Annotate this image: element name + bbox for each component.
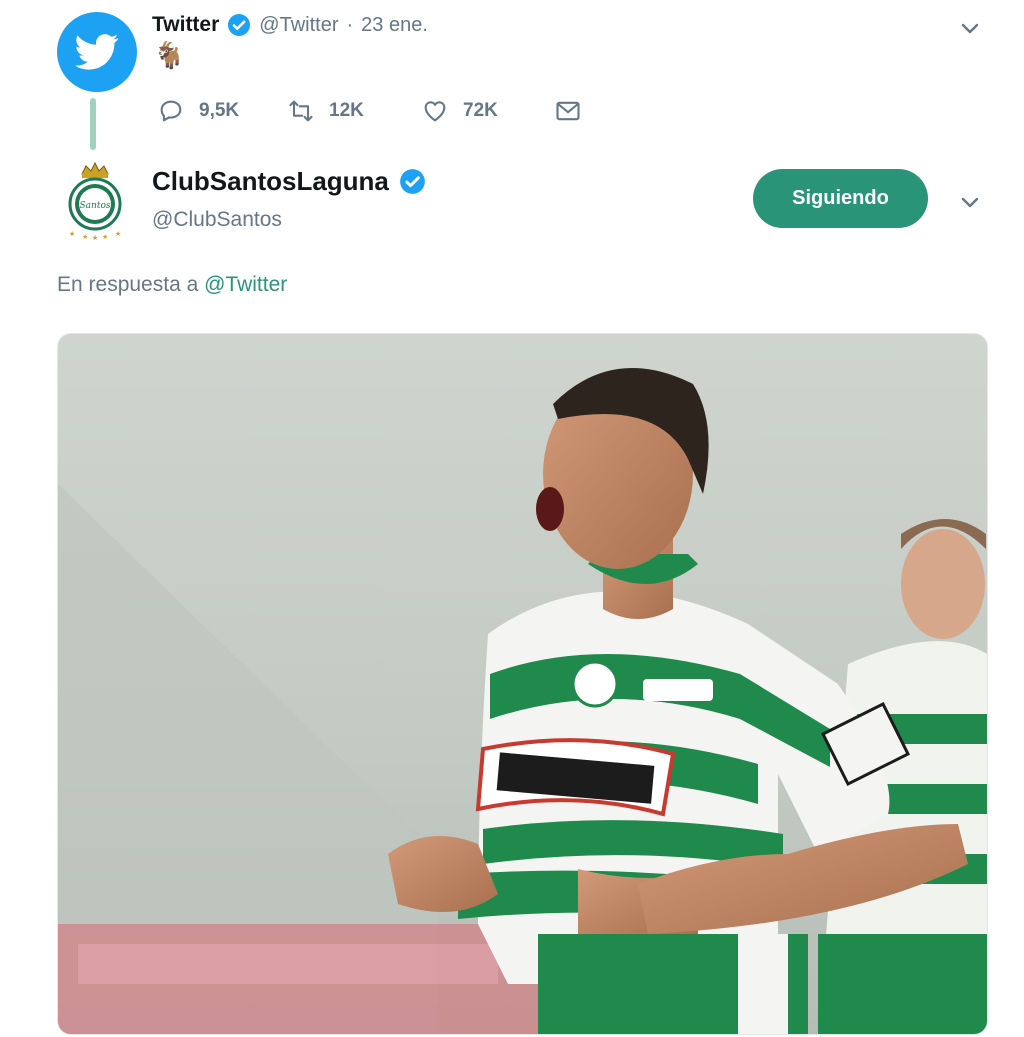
author-name[interactable]: Twitter (152, 13, 219, 37)
author-handle[interactable]: @ClubSantos (152, 208, 282, 232)
message-action[interactable] (554, 97, 582, 125)
reply-prefix: En respuesta a (57, 273, 199, 296)
mail-icon (556, 101, 580, 121)
thread-connector (90, 98, 96, 150)
twitter-avatar[interactable] (57, 12, 137, 92)
chevron-down-icon[interactable] (958, 16, 982, 40)
retweet-count: 12K (329, 100, 364, 121)
author-handle[interactable]: @Twitter (259, 14, 338, 37)
svg-text:★: ★ (92, 234, 98, 240)
tweet-text: 🐐 (153, 40, 186, 70)
like-count: 72K (463, 100, 498, 121)
parent-tweet-header: Twitter @Twitter · 23 ene. (152, 13, 428, 37)
reply-context: En respuesta a @Twitter (57, 273, 287, 297)
verified-icon (228, 14, 251, 36)
retweet-action[interactable]: 12K (287, 97, 364, 125)
like-action[interactable]: 72K (421, 97, 498, 125)
following-button[interactable]: Siguiendo (753, 169, 928, 228)
tweet-date[interactable]: 23 ene. (361, 14, 428, 37)
svg-text:★: ★ (69, 230, 75, 238)
retweet-icon (289, 100, 313, 122)
tweet-photo[interactable] (57, 333, 988, 1035)
svg-text:Santos: Santos (80, 201, 111, 211)
svg-text:★: ★ (82, 233, 88, 240)
separator: · (346, 13, 354, 36)
reply-count: 9,5K (199, 100, 240, 121)
player-photo-illustration (58, 334, 987, 1034)
twitter-bird-icon (75, 34, 119, 70)
svg-text:★: ★ (115, 230, 121, 238)
verified-icon (400, 169, 425, 194)
chevron-down-icon[interactable] (958, 190, 982, 214)
reply-mention-link[interactable]: @Twitter (204, 273, 287, 296)
reply-action[interactable]: 9,5K (157, 97, 239, 125)
reply-author: ClubSantosLaguna (152, 166, 426, 197)
svg-text:★: ★ (102, 233, 108, 240)
reply-icon (160, 100, 182, 122)
club-santos-logo[interactable]: Santos ★ ★ ★ ★ ★ (62, 160, 128, 240)
author-name[interactable]: ClubSantosLaguna (152, 166, 389, 197)
heart-icon (424, 101, 446, 122)
